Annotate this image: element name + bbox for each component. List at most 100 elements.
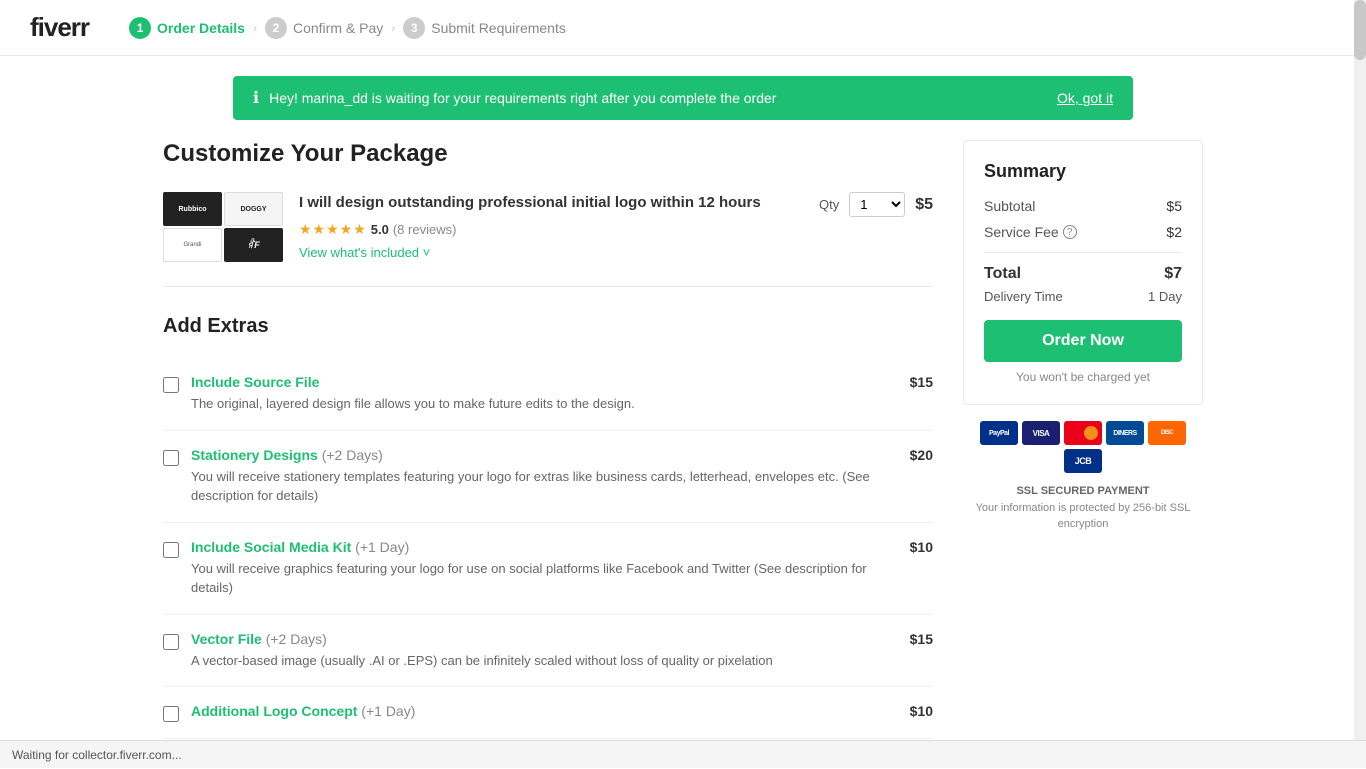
- product-title: I will design outstanding professional i…: [299, 192, 803, 213]
- summary-subtotal-row: Subtotal $5: [984, 198, 1182, 214]
- step-circle-2: 2: [265, 17, 287, 39]
- product-image-2: DOGGY: [224, 192, 283, 226]
- summary-delivery-row: Delivery Time 1 Day: [984, 289, 1182, 304]
- paypal-icon: PayPal: [980, 421, 1018, 445]
- extra-item-2: Include Social Media Kit (+1 Day) You wi…: [163, 523, 933, 615]
- order-now-button[interactable]: Order Now: [984, 320, 1182, 362]
- status-text: Waiting for collector.fiverr.com...: [12, 748, 182, 762]
- extra-checkbox-1[interactable]: [163, 450, 179, 466]
- breadcrumb-arrow-2: ›: [391, 21, 395, 35]
- extra-price-3: $15: [910, 631, 933, 647]
- alert-banner: ℹ Hey! marina_dd is waiting for your req…: [233, 76, 1133, 120]
- extra-item-1: Stationery Designs (+2 Days) You will re…: [163, 431, 933, 523]
- rating-score: 5.0: [371, 222, 389, 237]
- page-title: Customize Your Package: [163, 140, 933, 168]
- header: fiverr 1 Order Details › 2 Confirm & Pay…: [0, 0, 1366, 56]
- breadcrumb-step-2: 2 Confirm & Pay: [265, 17, 383, 39]
- step-label-2: Confirm & Pay: [293, 20, 383, 36]
- product-images: Rubbico DOGGY Grandi ꌛF: [163, 192, 283, 262]
- product-qty-price: Qty 1 2 3 4 5 $5: [819, 192, 933, 217]
- summary-divider: [984, 252, 1182, 253]
- extra-price-0: $15: [910, 374, 933, 390]
- rating-stars: ★★★★★: [299, 221, 367, 238]
- product-image-3: Grandi: [163, 228, 222, 262]
- alert-message: Hey! marina_dd is waiting for your requi…: [269, 90, 1047, 106]
- jcb-icon: JCB: [1064, 449, 1102, 473]
- extra-price-4: $10: [910, 703, 933, 719]
- extra-item-0: Include Source File The original, layere…: [163, 358, 933, 431]
- step-label-3: Submit Requirements: [431, 20, 566, 36]
- visa-icon: VISA: [1022, 421, 1060, 445]
- subtotal-value: $5: [1166, 198, 1182, 214]
- fiverr-logo: fiverr: [30, 12, 89, 43]
- extra-price-1: $20: [910, 447, 933, 463]
- info-icon: ℹ: [253, 88, 259, 108]
- service-fee-value: $2: [1166, 224, 1182, 240]
- summary-title: Summary: [984, 161, 1182, 182]
- extra-content-0: Include Source File The original, layere…: [191, 374, 898, 414]
- summary-panel: Summary Subtotal $5 Service Fee ? $2 Tot…: [963, 140, 1203, 405]
- left-column: Customize Your Package Rubbico DOGGY Gra…: [163, 140, 933, 739]
- extra-name-1[interactable]: Stationery Designs (+2 Days): [191, 447, 898, 463]
- service-fee-help-icon[interactable]: ?: [1063, 225, 1077, 239]
- breadcrumb-step-1: 1 Order Details: [129, 17, 245, 39]
- product-image-1: Rubbico: [163, 192, 222, 226]
- scrollbar-thumb[interactable]: [1354, 0, 1366, 60]
- breadcrumb-arrow-1: ›: [253, 21, 257, 35]
- subtotal-label: Subtotal: [984, 198, 1035, 214]
- add-extras-title: Add Extras: [163, 315, 933, 338]
- extra-content-3: Vector File (+2 Days) A vector-based ima…: [191, 631, 898, 671]
- ssl-text: SSL SECURED PAYMENT Your information is …: [963, 483, 1203, 533]
- extra-name-3[interactable]: Vector File (+2 Days): [191, 631, 898, 647]
- step-circle-3: 3: [403, 17, 425, 39]
- extra-checkbox-0[interactable]: [163, 377, 179, 393]
- qty-label: Qty: [819, 197, 839, 212]
- ok-got-it-link[interactable]: Ok, got it: [1057, 90, 1113, 106]
- extra-content-1: Stationery Designs (+2 Days) You will re…: [191, 447, 898, 506]
- mastercard-icon: [1064, 421, 1102, 445]
- summary-service-fee-row: Service Fee ? $2: [984, 224, 1182, 240]
- view-included-link[interactable]: View what's included ˅: [299, 245, 430, 260]
- product-price: $5: [915, 196, 933, 214]
- qty-selector[interactable]: 1 2 3 4 5: [849, 192, 905, 217]
- step-label-1: Order Details: [157, 20, 245, 36]
- extra-item-4: Additional Logo Concept (+1 Day) $10: [163, 687, 933, 739]
- extra-price-2: $10: [910, 539, 933, 555]
- product-card: Rubbico DOGGY Grandi ꌛF I will design ou…: [163, 192, 933, 287]
- extra-name-0[interactable]: Include Source File: [191, 374, 898, 390]
- extra-checkbox-3[interactable]: [163, 634, 179, 650]
- extra-description-2: You will receive graphics featuring your…: [191, 559, 898, 598]
- total-label: Total: [984, 265, 1021, 283]
- extra-description-0: The original, layered design file allows…: [191, 394, 898, 414]
- product-image-4: ꌛF: [224, 228, 283, 262]
- extra-content-4: Additional Logo Concept (+1 Day): [191, 703, 898, 719]
- not-charged-text: You won't be charged yet: [984, 370, 1182, 384]
- extra-description-3: A vector-based image (usually .AI or .EP…: [191, 651, 898, 671]
- extra-name-2[interactable]: Include Social Media Kit (+1 Day): [191, 539, 898, 555]
- extras-container: Include Source File The original, layere…: [163, 358, 933, 739]
- rating-row: ★★★★★ 5.0 (8 reviews): [299, 221, 803, 238]
- main-container: Customize Your Package Rubbico DOGGY Gra…: [133, 140, 1233, 769]
- extra-checkbox-4[interactable]: [163, 706, 179, 722]
- extra-content-2: Include Social Media Kit (+1 Day) You wi…: [191, 539, 898, 598]
- extra-checkbox-2[interactable]: [163, 542, 179, 558]
- payment-icons: PayPal VISA DINERS DISC JCB: [963, 421, 1203, 473]
- status-bar: Waiting for collector.fiverr.com...: [0, 740, 1366, 768]
- diners-icon: DINERS: [1106, 421, 1144, 445]
- product-info: I will design outstanding professional i…: [299, 192, 803, 260]
- service-fee-label: Service Fee ?: [984, 224, 1077, 240]
- step-circle-1: 1: [129, 17, 151, 39]
- right-column: Summary Subtotal $5 Service Fee ? $2 Tot…: [963, 140, 1203, 739]
- scrollbar-track[interactable]: [1354, 0, 1366, 768]
- extra-item-3: Vector File (+2 Days) A vector-based ima…: [163, 615, 933, 688]
- breadcrumb-step-3: 3 Submit Requirements: [403, 17, 566, 39]
- rating-count: (8 reviews): [393, 222, 457, 237]
- extra-description-1: You will receive stationery templates fe…: [191, 467, 898, 506]
- discover-icon: DISC: [1148, 421, 1186, 445]
- summary-total-row: Total $7: [984, 265, 1182, 283]
- extra-name-4[interactable]: Additional Logo Concept (+1 Day): [191, 703, 898, 719]
- total-value: $7: [1164, 265, 1182, 283]
- delivery-label: Delivery Time: [984, 289, 1063, 304]
- delivery-value: 1 Day: [1148, 289, 1182, 304]
- breadcrumb: 1 Order Details › 2 Confirm & Pay › 3 Su…: [129, 17, 566, 39]
